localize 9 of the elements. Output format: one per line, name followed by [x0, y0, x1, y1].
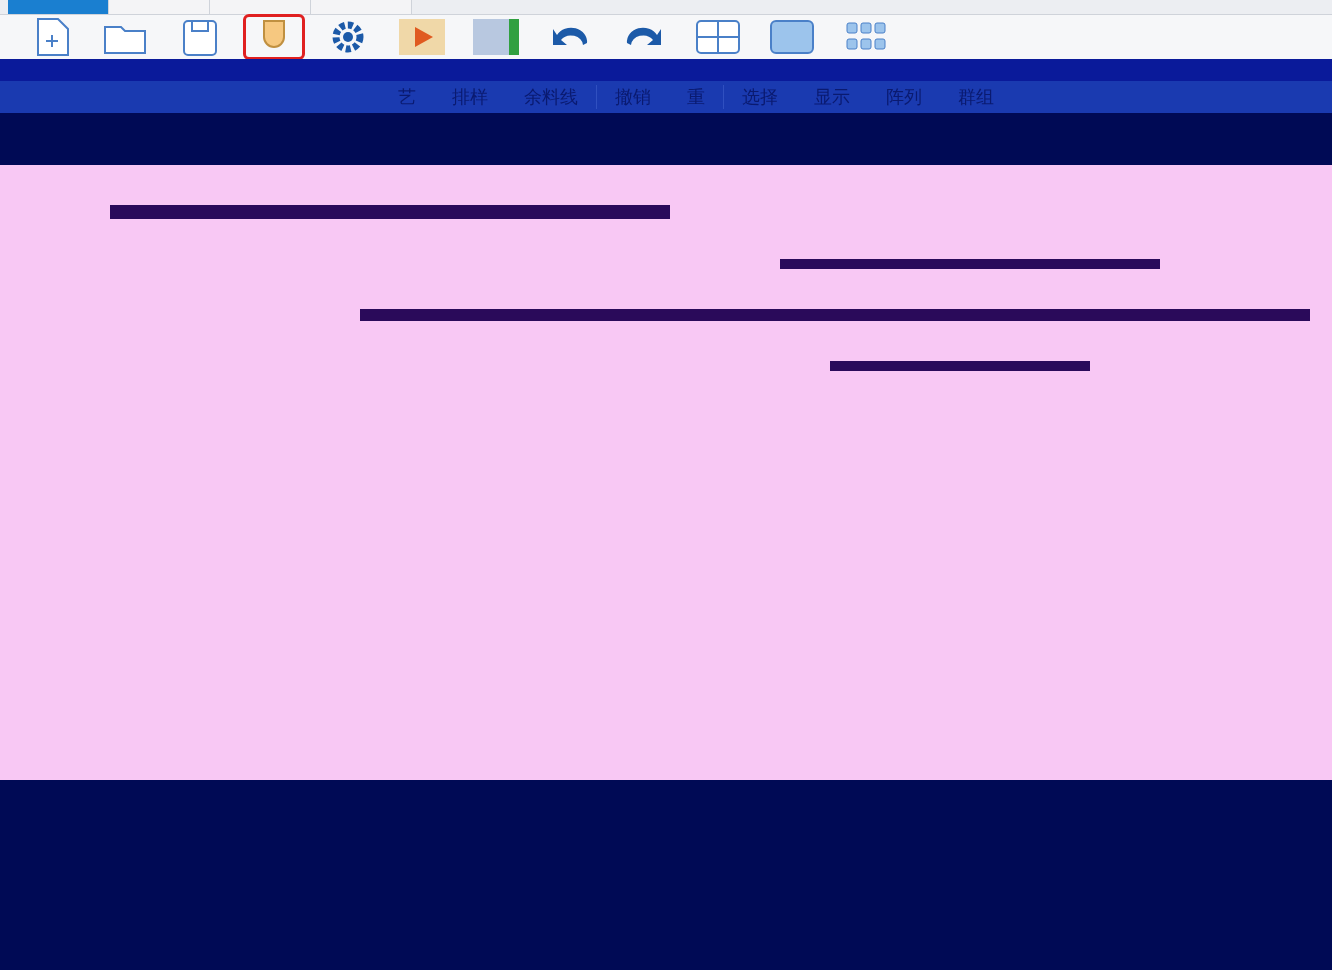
toolbar-label[interactable]: 群组 — [940, 85, 1012, 109]
toolbar-label[interactable]: 余料线 — [506, 85, 597, 109]
toolbar-label[interactable]: 显示 — [796, 85, 868, 109]
toolbar-label[interactable]: 排样 — [434, 85, 506, 109]
toolbar-label[interactable]: 重 — [669, 85, 724, 109]
toolbar-label[interactable]: 撤销 — [597, 85, 669, 109]
toolbar-label[interactable]: 阵列 — [868, 85, 940, 109]
toolbar-label[interactable]: 选择 — [724, 85, 796, 109]
toolbar-label[interactable]: 艺 — [380, 85, 434, 109]
